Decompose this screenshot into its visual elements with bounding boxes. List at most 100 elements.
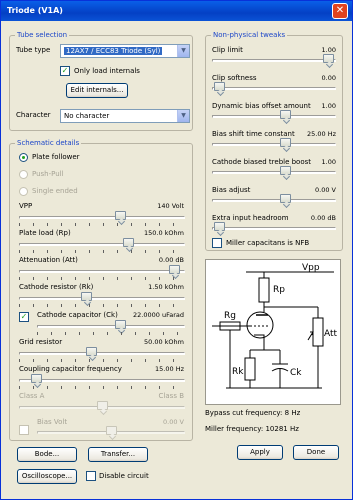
vpp-slider-thumb[interactable]	[115, 211, 127, 220]
miller-nfb-checkbox[interactable]	[212, 238, 222, 248]
character-select[interactable]: No character ▼	[60, 109, 190, 123]
tube-type-label: Tube type	[16, 46, 51, 54]
bias-adjust-value: 0.00 V	[315, 186, 336, 194]
bias-volt-slider-thumb[interactable]	[105, 426, 117, 435]
grid-resistor-label: Grid resistor	[19, 338, 63, 346]
dynamic-bias-value: 1.00	[321, 102, 336, 110]
tube-selection-group: Tube selection Tube type 12AX7 / ECC83 T…	[9, 30, 193, 131]
radio-push-pull[interactable]	[19, 170, 28, 179]
clip-softness-slider-thumb[interactable]	[214, 82, 226, 91]
disable-circuit-checkbox[interactable]	[86, 471, 96, 481]
cathode-capacitor-slider-track[interactable]	[37, 325, 185, 328]
chevron-down-icon[interactable]: ▼	[177, 110, 189, 122]
radio-plate-follower[interactable]	[19, 153, 28, 162]
clip-limit-slider-thumb[interactable]	[322, 54, 334, 63]
cathode-resistor-slider-ticks	[19, 304, 186, 307]
bias-shift-slider-track[interactable]	[212, 143, 336, 146]
treble-boost-label: Cathode biased treble boost	[212, 158, 312, 166]
bias-volt-value: 0.00 V	[163, 418, 184, 426]
transfer-button[interactable]: Transfer...	[88, 447, 148, 462]
cathode-capacitor-slider-thumb[interactable]	[115, 320, 127, 329]
cathode-resistor-label: Cathode resistor (Rk)	[19, 283, 94, 291]
vpp-value: 140 Volt	[157, 202, 184, 210]
treble-boost-value: 1.00	[321, 158, 336, 166]
cathode-capacitor-checkbox[interactable]: ✓	[19, 312, 29, 322]
coupling-capacitor-slider-thumb[interactable]	[31, 374, 43, 383]
plate-load-slider-thumb[interactable]	[122, 238, 134, 247]
attenuation-slider-track[interactable]	[19, 270, 185, 273]
radio-single-ended[interactable]	[19, 187, 28, 196]
attenuation-label: Attenuation (Att)	[19, 256, 78, 264]
only-load-internals-checkbox[interactable]: ✓	[60, 66, 70, 76]
vpp-label: VPP	[19, 202, 33, 210]
plate-load-slider-ticks	[19, 250, 186, 253]
coupling-capacitor-label: Coupling capacitor frequency	[19, 365, 122, 373]
class-a-label: Class A	[19, 392, 45, 400]
bias-shift-slider-thumb[interactable]	[279, 138, 291, 147]
clip-softness-slider-track[interactable]	[212, 87, 336, 90]
schematic-rp-label: Rp	[273, 285, 285, 295]
close-icon: ✕	[335, 5, 345, 16]
treble-boost-slider-thumb[interactable]	[279, 166, 291, 175]
character-value: No character	[64, 112, 110, 120]
miller-frequency: Miller frequency: 10281 Hz	[205, 425, 299, 433]
only-load-internals-label: Only load internals	[74, 67, 140, 75]
cathode-resistor-slider-thumb[interactable]	[81, 292, 92, 301]
disable-circuit-label: Disable circuit	[99, 472, 149, 480]
apply-button[interactable]: Apply	[237, 445, 283, 460]
coupling-capacitor-value: 15.00 Hz	[155, 365, 184, 373]
miller-nfb-label: Miller capacitans is NFB	[226, 239, 310, 247]
vpp-slider-ticks	[19, 223, 186, 226]
coupling-capacitor-slider-ticks	[19, 386, 186, 389]
treble-boost-slider-track[interactable]	[212, 171, 336, 174]
schematic-rk-label: Rk	[232, 367, 244, 377]
cathode-resistor-value: 1.50 kOhm	[148, 283, 184, 291]
schematic-details-group: Schematic details Plate follower Push-Pu…	[9, 138, 193, 441]
dynamic-bias-slider-thumb[interactable]	[279, 110, 291, 119]
attenuation-slider-thumb[interactable]	[169, 265, 181, 274]
clip-limit-slider-track[interactable]	[212, 59, 336, 62]
tube-type-value: 12AX7 / ECC83 Triode (Syl)	[64, 47, 163, 55]
vpp-slider-track[interactable]	[19, 216, 185, 219]
bias-volt-checkbox[interactable]	[19, 425, 29, 435]
plate-load-slider-track[interactable]	[19, 243, 185, 246]
chevron-down-icon[interactable]: ▼	[177, 45, 189, 57]
bias-adjust-slider-thumb[interactable]	[279, 194, 291, 203]
oscilloscope-button[interactable]: Oscilloscope...	[17, 469, 77, 484]
dynamic-bias-slider-track[interactable]	[212, 115, 336, 118]
bias-adjust-slider-track[interactable]	[212, 199, 336, 202]
non-physical-tweaks-group: Non-physical tweaks Clip limit 1.00 Clip…	[205, 30, 343, 251]
cathode-capacitor-label: Cathode capacitor (Ck)	[37, 311, 118, 319]
clip-limit-label: Clip limit	[212, 46, 243, 54]
class-b-label: Class B	[158, 392, 184, 400]
schematic-att-label: Att	[324, 329, 338, 339]
bias-volt-label: Bias Volt	[37, 418, 68, 426]
rp-resistor	[258, 277, 270, 303]
schematic-vpp-label: Vpp	[302, 263, 320, 273]
class-slider-thumb[interactable]	[96, 401, 108, 410]
extra-headroom-slider-thumb[interactable]	[214, 222, 226, 231]
done-button[interactable]: Done	[293, 445, 339, 460]
extra-headroom-slider-track[interactable]	[212, 227, 336, 230]
edit-internals-button[interactable]: Edit internals...	[66, 83, 128, 98]
close-button[interactable]: ✕	[332, 3, 348, 19]
attenuation-slider-ticks	[19, 277, 186, 280]
grid-resistor-slider-track[interactable]	[19, 352, 185, 355]
grid-resistor-slider-thumb[interactable]	[85, 347, 97, 356]
coupling-capacitor-slider-track[interactable]	[19, 379, 185, 382]
window-title: Triode (V1A)	[7, 6, 63, 15]
bias-shift-value: 25.00 Hz	[307, 130, 336, 138]
radio-plate-follower-label: Plate follower	[32, 153, 80, 161]
plate-load-value: 150.0 kOhm	[143, 229, 184, 237]
tube-type-select[interactable]: 12AX7 / ECC83 Triode (Syl) ▼	[60, 44, 190, 58]
bypass-cut-frequency: Bypass cut frequency: 8 Hz	[205, 409, 301, 417]
triode-tube-symbol	[246, 311, 274, 339]
title-bar[interactable]: Triode (V1A) ✕	[1, 1, 352, 21]
cathode-resistor-slider-track[interactable]	[19, 297, 185, 300]
cathode-capacitor-slider-ticks	[37, 332, 186, 335]
tube-selection-title: Tube selection	[15, 30, 70, 40]
non-physical-tweaks-title: Non-physical tweaks	[211, 30, 288, 40]
dynamic-bias-label: Dynamic bias offset amount	[212, 102, 311, 110]
schematic-ck-label: Ck	[290, 368, 302, 378]
bode-button[interactable]: Bode...	[17, 447, 77, 462]
